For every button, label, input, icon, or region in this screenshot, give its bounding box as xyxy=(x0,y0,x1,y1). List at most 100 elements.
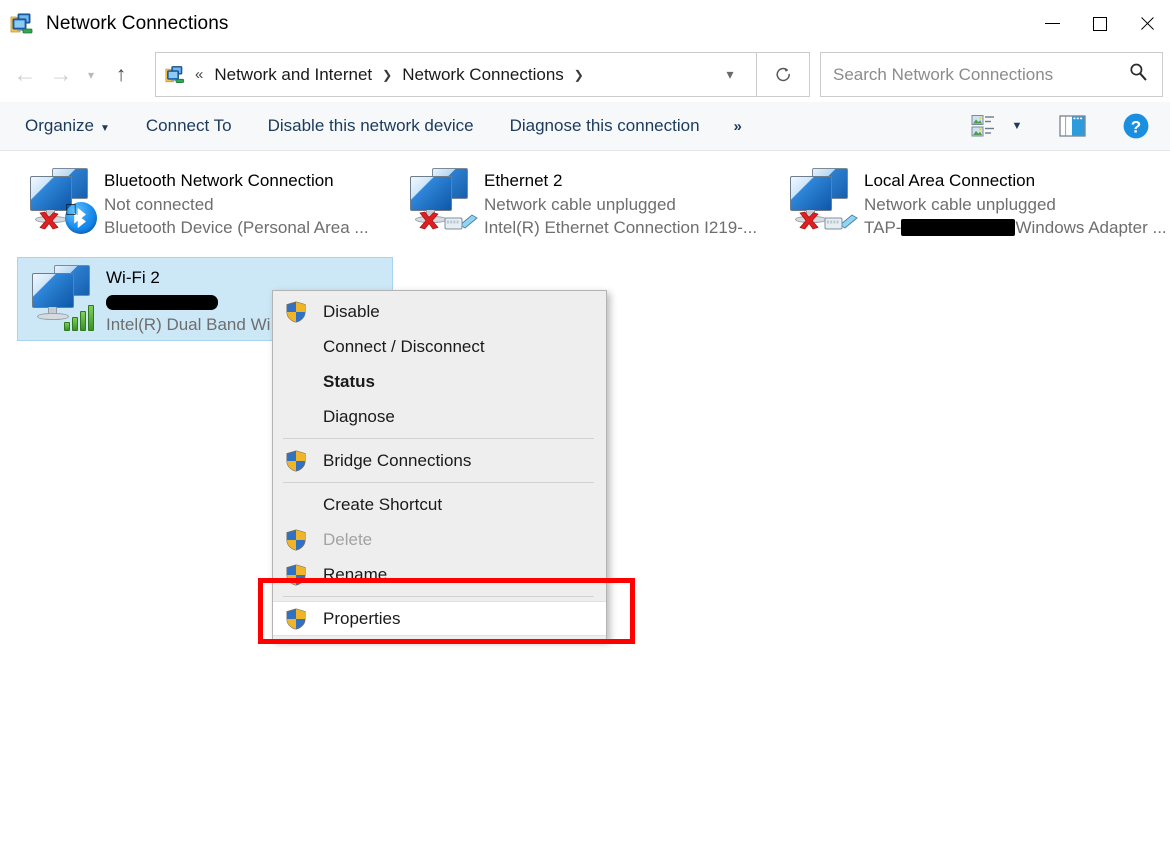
svg-text:?: ? xyxy=(1131,118,1141,137)
disable-this-network-device-button[interactable]: Disable this network device xyxy=(257,110,485,142)
ethernet-cable-icon xyxy=(442,208,478,234)
breadcrumb-separator-icon[interactable]: ❯ xyxy=(574,68,584,82)
address-bar[interactable]: « Network and Internet ❯ Network Connect… xyxy=(155,52,757,97)
connection-text: Local Area Connection Network cable unpl… xyxy=(864,164,1167,238)
search-box[interactable] xyxy=(820,52,1163,97)
minimize-button[interactable] xyxy=(1029,0,1076,47)
menu-icon-placeholder xyxy=(281,405,311,429)
maximize-button[interactable] xyxy=(1076,0,1123,47)
context-menu-item-create-shortcut[interactable]: Create Shortcut xyxy=(273,487,606,522)
close-button[interactable] xyxy=(1123,0,1170,47)
red-x-icon xyxy=(796,208,822,234)
redacted-device-name xyxy=(901,219,1016,236)
shield-icon xyxy=(281,607,311,631)
context-menu-separator xyxy=(283,482,594,483)
connections-list: Bluetooth Network Connection Not connect… xyxy=(0,151,1170,851)
menu-icon-placeholder xyxy=(281,370,311,394)
context-menu-separator xyxy=(283,438,594,439)
context-menu-item-label: Create Shortcut xyxy=(323,494,443,514)
red-x-icon xyxy=(416,208,442,234)
connection-device-prefix: TAP- xyxy=(864,218,902,237)
breadcrumb-item-network-and-internet[interactable]: Network and Internet xyxy=(212,63,374,87)
connection-name: Bluetooth Network Connection xyxy=(104,171,334,190)
network-connections-icon xyxy=(10,11,36,37)
connection-text: Ethernet 2 Network cable unplugged Intel… xyxy=(484,164,757,238)
connection-icon-group xyxy=(782,164,860,242)
menu-icon-placeholder xyxy=(281,493,311,517)
red-x-icon xyxy=(36,208,62,234)
context-menu-item-status[interactable]: Status xyxy=(273,364,606,399)
redacted-network-name xyxy=(106,295,218,311)
command-bar: Organize ▼ Connect To Disable this networ… xyxy=(0,102,1170,151)
bluetooth-icon xyxy=(65,202,97,234)
connection-device: Intel(R) Ethernet Connection I219-... xyxy=(484,218,758,237)
menu-icon-placeholder xyxy=(281,335,311,359)
context-menu-item-label: Status xyxy=(323,371,375,391)
connection-device: TAP- Windows Adapter ... xyxy=(864,218,1167,238)
command-overflow-button[interactable]: » xyxy=(724,114,752,139)
breadcrumb-item-network-connections[interactable]: Network Connections xyxy=(400,63,566,87)
connection-item-local-area-connection[interactable]: Local Area Connection Network cable unpl… xyxy=(776,161,1167,245)
refresh-button[interactable] xyxy=(757,52,810,97)
address-dropdown-chevron-down-icon[interactable]: ▾ xyxy=(704,53,756,96)
forward-icon[interactable]: → xyxy=(44,55,78,95)
breadcrumb-separator-icon[interactable]: ❯ xyxy=(382,68,392,82)
change-view-icon[interactable] xyxy=(964,107,1004,145)
connection-icon-group xyxy=(402,164,480,242)
context-menu-item-bridge-connections[interactable]: Bridge Connections xyxy=(273,443,606,478)
connection-item-ethernet-2[interactable]: Ethernet 2 Network cable unplugged Intel… xyxy=(396,161,772,245)
window-controls xyxy=(1029,0,1170,47)
breadcrumb-overflow[interactable]: « xyxy=(195,66,203,83)
shield-icon xyxy=(281,449,311,473)
connection-icon-group xyxy=(24,261,102,339)
context-menu-item-label: Disable xyxy=(323,301,380,321)
context-menu-item-label: Diagnose xyxy=(323,406,395,426)
context-menu-separator xyxy=(283,596,594,597)
window-title: Network Connections xyxy=(46,12,229,34)
up-icon[interactable]: ↑ xyxy=(104,55,138,95)
search-input[interactable] xyxy=(831,63,1121,86)
context-menu-item-label: Properties xyxy=(323,608,401,628)
connection-name: Local Area Connection xyxy=(864,171,1036,190)
connection-device-suffix: Windows Adapter ... xyxy=(1015,218,1167,237)
chevron-down-icon: ▼ xyxy=(99,123,110,134)
context-menu-item-rename[interactable]: Rename xyxy=(273,557,606,592)
connection-device: Bluetooth Device (Personal Area ... xyxy=(104,218,369,237)
context-menu-item-label: Delete xyxy=(323,529,373,549)
shield-icon xyxy=(281,563,311,587)
help-icon[interactable]: ? xyxy=(1116,107,1156,145)
context-menu: Disable Connect / Disconnect Status Diag… xyxy=(272,290,607,640)
breadcrumb-network-icon xyxy=(165,64,187,86)
wifi-signal-icon xyxy=(64,299,100,331)
shield-icon xyxy=(281,528,311,552)
organize-button[interactable]: Organize ▼ xyxy=(14,110,121,142)
connection-device: Intel(R) Dual Band Wi xyxy=(106,315,271,334)
recent-locations-chevron-down-icon[interactable]: ▾ xyxy=(78,55,104,95)
view-options-chevron-down-icon[interactable]: ▼ xyxy=(1004,107,1030,145)
context-menu-item-connect-disconnect[interactable]: Connect / Disconnect xyxy=(273,329,606,364)
connect-to-button[interactable]: Connect To xyxy=(135,110,243,142)
ethernet-cable-icon xyxy=(822,208,858,234)
organize-label: Organize xyxy=(25,116,94,135)
connection-status: Network cable unplugged xyxy=(484,195,676,214)
context-menu-item-delete: Delete xyxy=(273,522,606,557)
connection-item-bluetooth-network-connection[interactable]: Bluetooth Network Connection Not connect… xyxy=(16,161,392,245)
context-menu-item-diagnose[interactable]: Diagnose xyxy=(273,399,606,434)
search-icon[interactable] xyxy=(1128,62,1148,87)
diagnose-this-connection-button[interactable]: Diagnose this connection xyxy=(499,110,711,142)
title-bar: Network Connections xyxy=(0,0,1170,47)
back-icon[interactable]: ← xyxy=(6,55,44,95)
connection-icon-group xyxy=(22,164,100,242)
connection-name: Wi-Fi 2 xyxy=(106,268,160,287)
context-menu-item-label: Connect / Disconnect xyxy=(323,336,485,356)
context-menu-item-disable[interactable]: Disable xyxy=(273,294,606,329)
connection-status: Not connected xyxy=(104,195,214,214)
connection-name: Ethernet 2 xyxy=(484,171,563,190)
connection-status xyxy=(106,292,270,312)
context-menu-item-label: Bridge Connections xyxy=(323,450,472,470)
network-connections-window: Network Connections ← → ▾ ↑ « Network an… xyxy=(0,0,1170,851)
preview-pane-icon[interactable] xyxy=(1052,107,1092,145)
context-menu-item-label: Rename xyxy=(323,564,388,584)
command-bar-right-tools: ▼ ? xyxy=(964,107,1156,145)
context-menu-item-properties[interactable]: Properties xyxy=(273,601,606,636)
